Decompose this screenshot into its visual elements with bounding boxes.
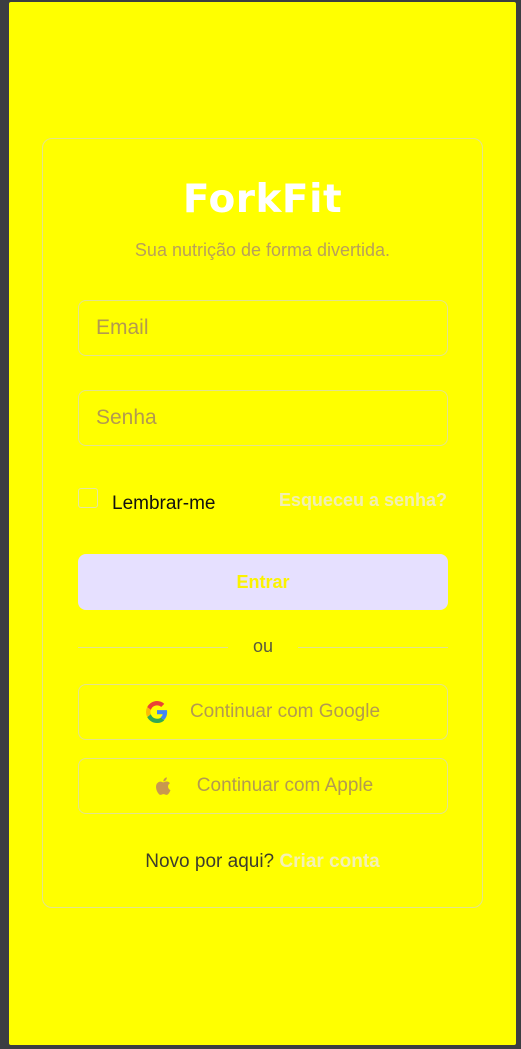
tagline: Sua nutrição de forma divertida. <box>134 240 391 260</box>
forgot-password-link[interactable]: Esqueceu a senha? <box>279 490 447 511</box>
app-logo: ForkFit <box>182 177 343 222</box>
remember-me[interactable]: Lembrar-me <box>78 488 215 514</box>
password-input[interactable] <box>78 390 448 446</box>
google-button-label: Continuar com Google <box>189 701 381 722</box>
remember-checkbox[interactable] <box>78 488 98 508</box>
or-divider: ou <box>78 636 448 658</box>
divider-line-right <box>298 647 448 648</box>
login-button[interactable]: Entrar <box>78 554 448 610</box>
signup-row: Novo por aqui? Criar conta <box>43 851 482 873</box>
create-account-link[interactable]: Criar conta <box>279 851 379 872</box>
google-icon <box>145 701 168 723</box>
email-input[interactable] <box>78 300 448 356</box>
login-card: ForkFit Sua nutrição de forma divertida.… <box>42 138 483 908</box>
signup-prompt: Novo por aqui? <box>145 851 280 872</box>
remember-label: Lembrar-me <box>112 493 216 514</box>
app-background: ForkFit Sua nutrição de forma divertida.… <box>9 2 516 1045</box>
google-login-button[interactable]: Continuar com Google <box>78 684 448 740</box>
apple-icon <box>153 775 175 797</box>
apple-button-label: Continuar com Apple <box>196 775 374 796</box>
apple-login-button[interactable]: Continuar com Apple <box>78 758 448 814</box>
